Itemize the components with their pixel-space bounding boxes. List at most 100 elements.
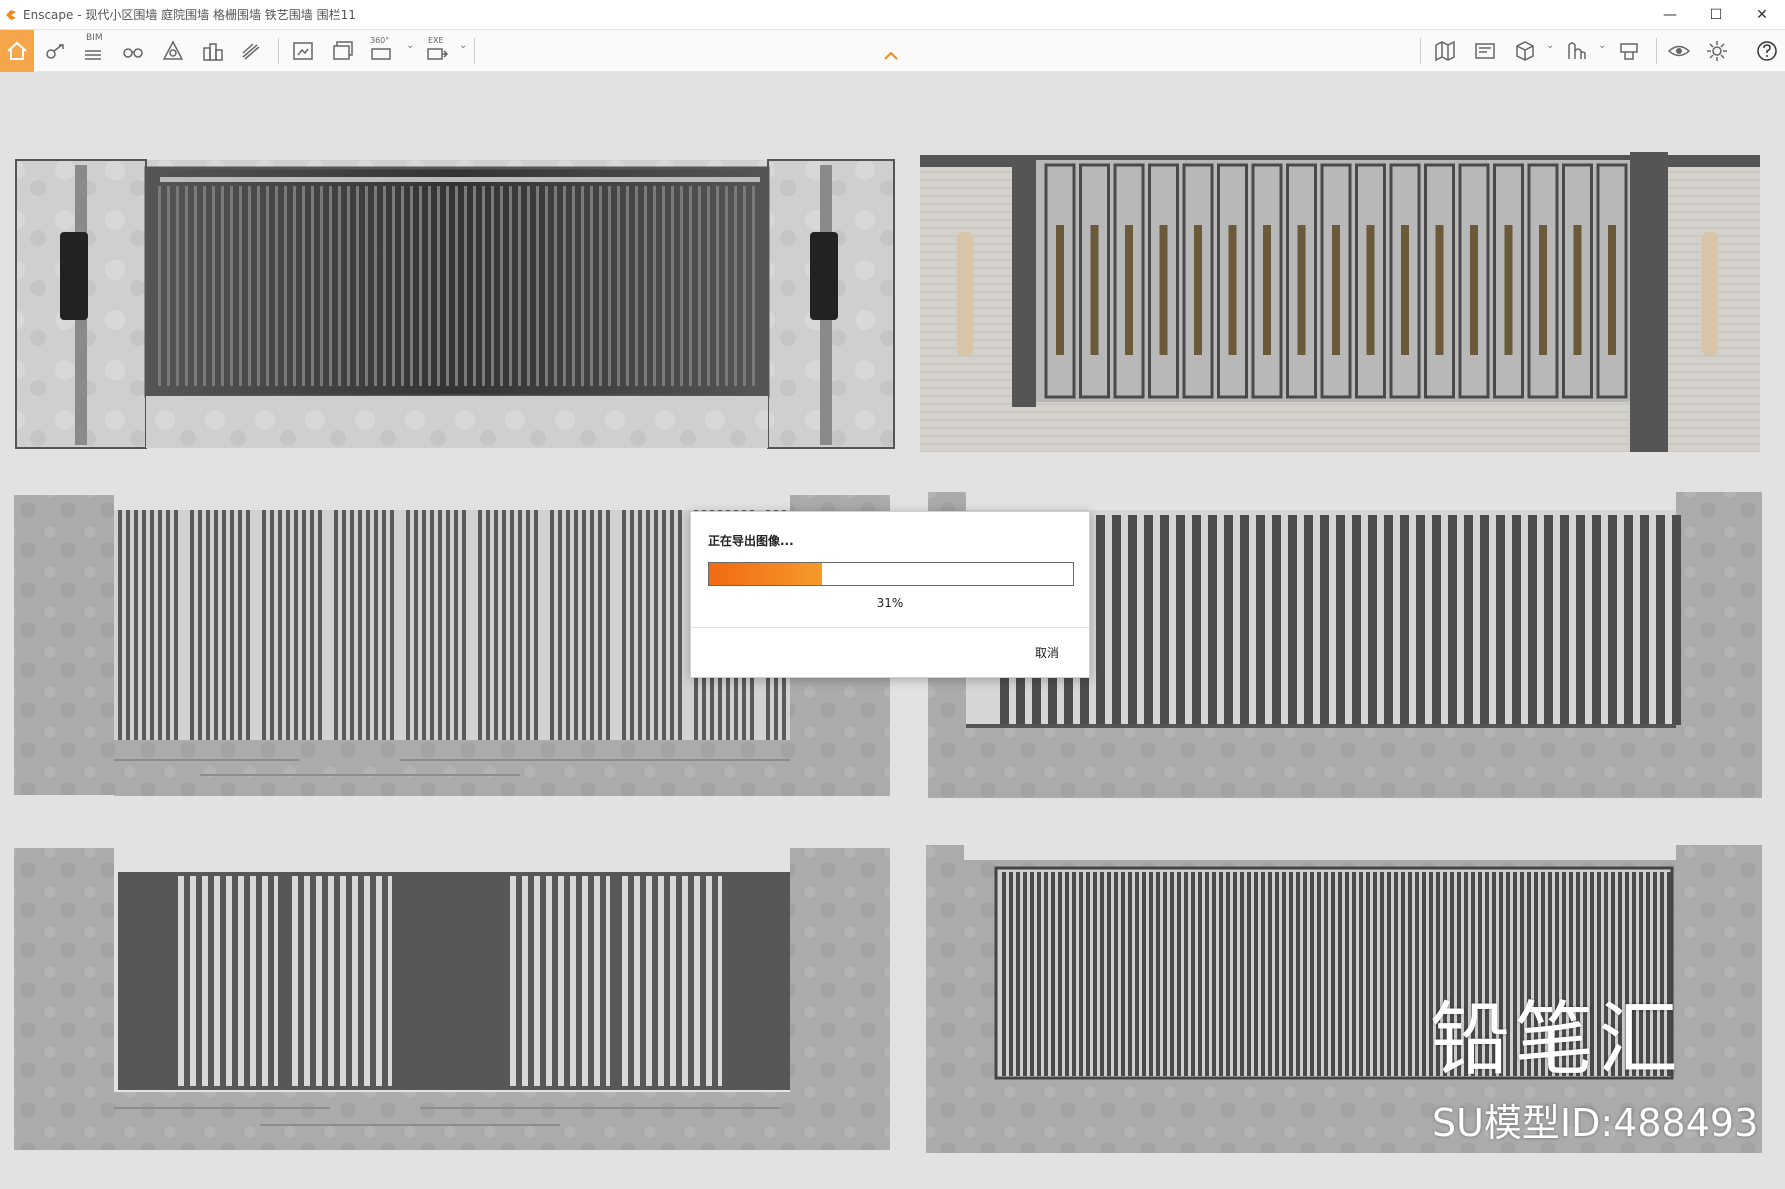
gate-opening (292, 876, 392, 1086)
slat (256, 876, 262, 1086)
slat (576, 876, 582, 1086)
slat (664, 876, 670, 1086)
progress-fill (709, 563, 822, 585)
collaborative-annotation-button[interactable] (1614, 35, 1644, 67)
bim-button[interactable]: BIM (78, 33, 108, 67)
slat (676, 876, 682, 1086)
slat (1331, 872, 1335, 1076)
screen-ornament (1056, 225, 1064, 355)
chevron-down-icon[interactable]: ⌄ (406, 40, 414, 51)
screen-ornament (1194, 225, 1202, 355)
slat (1415, 872, 1419, 1076)
export-exe-button[interactable]: EXE (422, 35, 452, 67)
screen-ornament (1090, 225, 1099, 355)
slat (563, 186, 566, 386)
slat (678, 510, 682, 742)
chevron-down-icon[interactable]: ⌄ (1598, 40, 1606, 51)
settings-button[interactable] (1702, 35, 1732, 67)
screen-ornament (1297, 225, 1306, 355)
slat (1368, 515, 1377, 725)
slat (635, 186, 638, 386)
slat (1590, 872, 1594, 1076)
slat (478, 510, 482, 742)
slat (482, 186, 485, 386)
slat (1478, 872, 1482, 1076)
slat (329, 186, 332, 386)
slat (184, 876, 190, 1086)
slat (1608, 515, 1617, 725)
slat (1044, 872, 1048, 1076)
slat (214, 510, 218, 742)
slat (712, 876, 718, 1086)
slat (1576, 872, 1580, 1076)
chevron-down-icon[interactable]: ⌄ (459, 40, 467, 51)
home-button[interactable] (0, 30, 34, 72)
minimize-button[interactable]: — (1647, 0, 1693, 30)
screen-ornament (1332, 225, 1340, 355)
asset-library-button[interactable] (198, 35, 228, 67)
slat (134, 510, 138, 742)
batch-render-icon (333, 41, 353, 60)
slat (1618, 872, 1622, 1076)
slat (158, 510, 162, 742)
screenshot-button[interactable] (288, 35, 318, 67)
slat (270, 510, 274, 742)
material-editor-button[interactable] (236, 35, 266, 67)
video-editor-button[interactable] (1562, 35, 1592, 67)
maximize-button[interactable]: ☐ (1693, 0, 1739, 30)
slat (1604, 872, 1608, 1076)
close-button[interactable]: ✕ (1739, 0, 1785, 30)
screen-ornament (1401, 225, 1409, 355)
slat (1345, 872, 1349, 1076)
slat (534, 510, 538, 742)
chevron-down-icon[interactable]: ⌄ (1546, 40, 1554, 51)
slat (356, 186, 359, 386)
slat (322, 876, 328, 1086)
slat (392, 186, 395, 386)
slat (286, 510, 290, 742)
slat (698, 186, 701, 386)
cancel-button[interactable]: 取消 (1035, 644, 1059, 661)
panorama-button[interactable]: 360° (366, 35, 396, 67)
binoculars-button[interactable] (118, 35, 148, 67)
slat (1310, 872, 1314, 1076)
slat (1387, 872, 1391, 1076)
slat (198, 510, 202, 742)
slat (1443, 872, 1447, 1076)
slat (1672, 515, 1681, 725)
slat (545, 186, 548, 386)
visual-settings-button[interactable] (1664, 35, 1694, 67)
slat (518, 186, 521, 386)
slat (608, 186, 611, 386)
slat (518, 510, 522, 742)
minimap-button[interactable] (1470, 35, 1500, 67)
slat (536, 186, 539, 386)
slat (230, 186, 233, 386)
help-button[interactable] (1752, 35, 1782, 67)
map-icon (1435, 40, 1455, 62)
slat (1023, 872, 1027, 1076)
slat (1156, 872, 1160, 1076)
views-button[interactable] (40, 35, 70, 67)
slat (1093, 872, 1097, 1076)
batch-render-button[interactable] (328, 35, 358, 67)
atmosphere-button[interactable] (158, 35, 188, 67)
collapse-toolbar-icon[interactable] (884, 50, 898, 60)
slat (1107, 872, 1111, 1076)
slat (196, 876, 202, 1086)
fence-rendering-1 (15, 159, 895, 449)
slat (1121, 872, 1125, 1076)
slat (1037, 872, 1041, 1076)
slat (1625, 872, 1629, 1076)
slat (410, 186, 413, 386)
slat (1480, 515, 1489, 725)
slat (502, 510, 506, 742)
map-button[interactable] (1430, 35, 1460, 67)
slat (1667, 872, 1671, 1076)
slat (646, 510, 650, 742)
slat (1112, 515, 1121, 725)
slat (572, 186, 575, 386)
slat (238, 510, 242, 742)
slat (383, 186, 386, 386)
cube-view-button[interactable] (1510, 35, 1540, 67)
